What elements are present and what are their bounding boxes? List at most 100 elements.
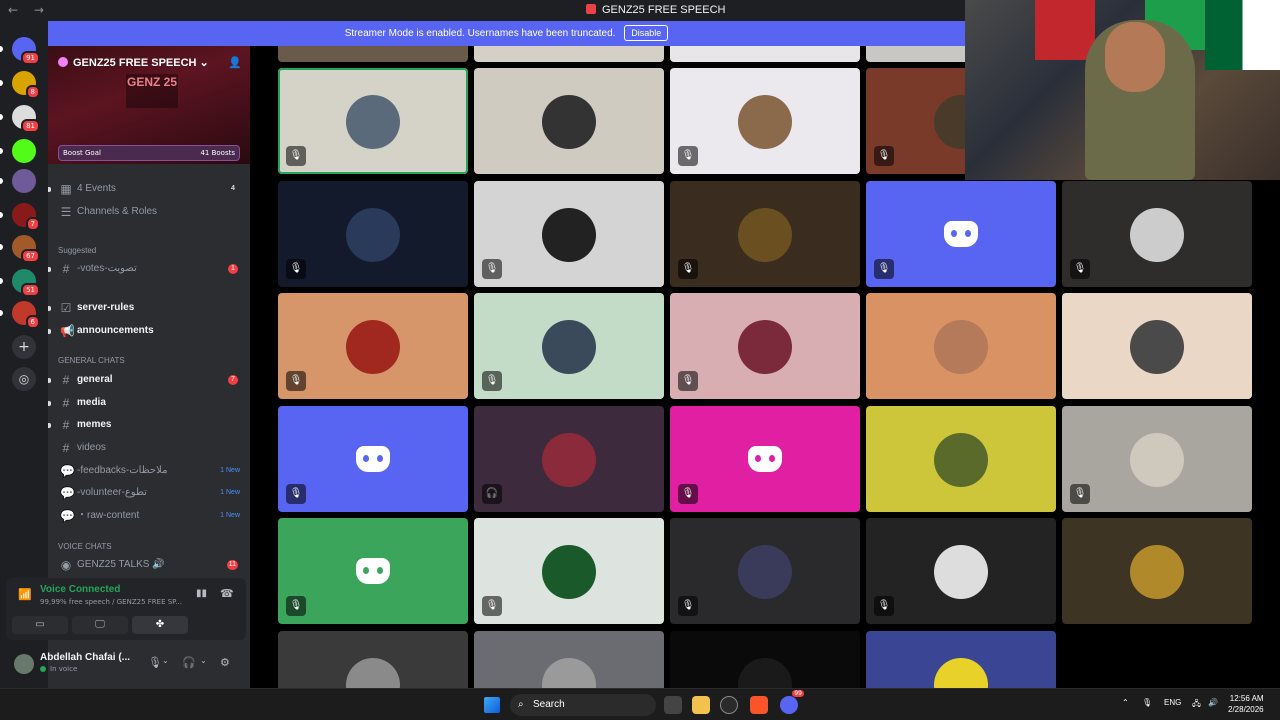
server-one-icon[interactable]: 6 <box>12 301 40 329</box>
participant-tile[interactable] <box>474 46 664 62</box>
events-item[interactable]: ▦ 4 Events 4 <box>48 179 250 199</box>
volume-icon[interactable]: 🔊 <box>1208 698 1218 707</box>
settings-gear-icon[interactable]: ⚙ <box>220 656 230 669</box>
unread-pill <box>0 80 3 86</box>
chevron-up-icon[interactable]: ⌃ <box>1122 698 1129 707</box>
server-name[interactable]: GENZ25 FREE SPEECH ⌄ <box>58 56 209 69</box>
screen-share-button[interactable]: 🖵 <box>72 616 128 634</box>
voice-connected-label[interactable]: Voice Connected <box>40 584 120 595</box>
participant-tile[interactable] <box>474 68 664 174</box>
avatar <box>738 95 792 149</box>
muted-mic-icon: 🎙 <box>678 483 698 504</box>
clock[interactable]: 12:56 AM 2/28/2026 <box>1228 693 1264 715</box>
disconnect-icon[interactable]: ☎ <box>220 587 234 600</box>
participant-tile[interactable] <box>1062 293 1252 399</box>
chevron-down-icon[interactable]: ⌄ <box>200 656 207 665</box>
participant-tile[interactable] <box>474 630 664 688</box>
steam-icon[interactable] <box>720 696 738 714</box>
participant-tile[interactable]: 🎙 <box>474 180 664 287</box>
server-banner[interactable]: GENZ25 FREE SPEECH ⌄ 👤 GENZ 25 Boost Goa… <box>48 46 250 164</box>
username[interactable]: Abdellah Chafai (... <box>40 652 130 663</box>
participant-tile[interactable]: 🎙 <box>670 180 860 287</box>
megaphone-icon: 📢 <box>60 324 75 338</box>
network-icon[interactable]: 🖧 <box>1192 698 1201 712</box>
add-server-icon[interactable]: + <box>12 335 36 359</box>
chevron-down-icon[interactable]: ⌄ <box>162 656 169 665</box>
task-view-icon[interactable] <box>664 696 682 714</box>
language-indicator[interactable]: ENG <box>1164 698 1181 707</box>
channel-media[interactable]: # media <box>48 393 250 413</box>
microphone-icon[interactable]: 🎙 <box>148 656 162 669</box>
server-red-icon[interactable]: 7 <box>12 203 40 231</box>
channel-feedbacks[interactable]: 💬 -feedbacks-ملاحظات 1 New <box>48 461 250 481</box>
server-banner-logo: GENZ 25 <box>126 74 178 108</box>
server-avatar-icon[interactable] <box>12 169 36 193</box>
general-chats-header[interactable]: GENERAL CHATS <box>58 356 125 365</box>
participant-tile[interactable]: 🎧 <box>474 405 664 512</box>
brave-icon[interactable] <box>750 696 768 714</box>
participant-tile[interactable]: 🎙 <box>278 405 468 512</box>
participant-tile[interactable] <box>866 630 1056 688</box>
channel-announcements[interactable]: 📢 announcements <box>48 321 250 341</box>
voice-connection-panel: 📶 Voice Connected 99,99% free speech / G… <box>6 578 246 640</box>
participant-tile[interactable]: 🎙 <box>866 180 1056 287</box>
channel-raw-content[interactable]: 💬 ・raw-content 1 New <box>48 506 250 526</box>
disable-streamer-button[interactable]: Disable <box>624 25 669 41</box>
channel-memes[interactable]: # memes <box>48 415 250 435</box>
channel-server-rules[interactable]: ☑ server-rules <box>48 298 250 318</box>
participant-tile[interactable] <box>670 630 860 688</box>
mic-tray-icon[interactable]: 🎙 <box>1142 698 1152 707</box>
discord-home-icon-icon[interactable]: 91 <box>12 37 40 65</box>
participant-tile[interactable] <box>278 630 468 688</box>
file-explorer-icon[interactable] <box>692 696 710 714</box>
avatar <box>542 432 596 487</box>
activities-button[interactable]: ✤ <box>132 616 188 634</box>
discover-icon[interactable]: ◎ <box>12 367 36 391</box>
camera-button[interactable]: ▭ <box>12 616 68 634</box>
participant-tile[interactable]: 🎙 <box>670 405 860 512</box>
participant-tile[interactable]: 🎙 <box>670 518 860 624</box>
noise-suppression-icon[interactable]: ▮▮ <box>196 588 207 599</box>
discord-taskbar-icon[interactable]: 99 <box>780 690 804 714</box>
boost-goal-bar[interactable]: Boost Goal 41 Boosts <box>58 145 240 161</box>
participant-tile[interactable]: 🎙 <box>1062 405 1252 512</box>
participant-tile[interactable]: 🎙 <box>474 293 664 399</box>
invite-icon[interactable]: 👤 <box>228 56 242 69</box>
channel-votes[interactable]: # -votes-تصويت 1 <box>48 259 250 279</box>
server-yellow-icon[interactable]: 8 <box>12 71 40 99</box>
voice-channel-path[interactable]: 99,99% free speech / GENZ25 FREE SP... <box>40 598 185 606</box>
channel-videos[interactable]: # videos <box>48 438 250 458</box>
participant-tile[interactable]: 🎙 <box>278 293 468 399</box>
participant-tile[interactable]: 🎙 <box>278 68 468 174</box>
participant-tile[interactable]: 🎙 <box>278 180 468 287</box>
nav-arrows[interactable]: ← → <box>8 3 50 17</box>
headphones-icon[interactable]: 🎧 <box>182 656 196 669</box>
participant-tile[interactable] <box>866 405 1056 512</box>
channel-general[interactable]: # general 7 <box>48 370 250 390</box>
participant-tile[interactable] <box>1062 518 1252 624</box>
channel-volunteer[interactable]: 💬 -volunteer-تطوع 1 New <box>48 483 250 503</box>
participant-tile[interactable]: 🎙 <box>866 518 1056 624</box>
voice-channel-talks[interactable]: ◉ GENZ25 TALKS 🔊 11 <box>48 555 250 575</box>
server-gx-icon[interactable]: 51 <box>12 269 40 297</box>
avatar[interactable] <box>14 654 34 674</box>
taskbar-search[interactable]: ⌕ Search <box>510 694 656 716</box>
participant-tile[interactable] <box>278 46 468 62</box>
server-anime-icon[interactable]: 67 <box>12 235 40 263</box>
voice-chats-header[interactable]: VOICE CHATS <box>58 542 112 551</box>
status-dot <box>40 666 46 672</box>
server-bw-icon[interactable]: 81 <box>12 105 40 133</box>
channels-roles-item[interactable]: ☰ Channels & Roles <box>48 202 250 222</box>
participant-tile[interactable]: 🎙 <box>670 68 860 174</box>
start-button[interactable] <box>484 697 500 713</box>
server-kick-icon[interactable] <box>12 139 36 163</box>
participant-tile[interactable]: 🎙 <box>670 293 860 399</box>
avatar <box>1130 432 1184 487</box>
participant-tile[interactable] <box>866 293 1056 399</box>
participant-tile[interactable] <box>670 46 860 62</box>
signal-icon[interactable]: 📶 <box>18 588 32 601</box>
participant-tile[interactable]: 🎙 <box>278 518 468 624</box>
participant-tile[interactable]: 🎙 <box>474 518 664 624</box>
participant-tile[interactable]: 🎙 <box>1062 180 1252 287</box>
unread-pill <box>0 178 3 184</box>
